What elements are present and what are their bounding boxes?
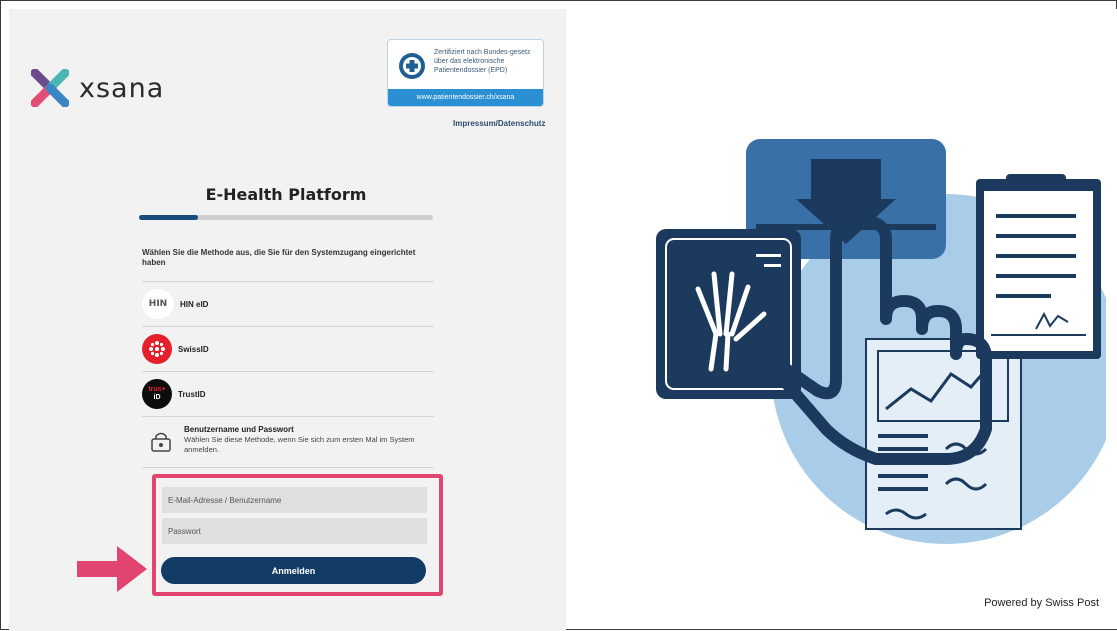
login-form-highlight: Anmelden — [152, 474, 443, 596]
screen-frame: xsana Zertifiziert nach Bundes-gesetz üb… — [0, 0, 1117, 631]
method-trustid[interactable]: trus+ iD TrustID — [142, 371, 434, 416]
xsana-logo: xsana — [31, 69, 164, 107]
login-panel: xsana Zertifiziert nach Bundes-gesetz üb… — [9, 9, 566, 631]
password-lock-icon — [151, 432, 171, 452]
trustid-logo-text-top: trus+ — [148, 386, 166, 393]
pointer-arrow-icon — [77, 546, 147, 592]
trustid-logo-icon: trus+ iD — [142, 379, 172, 409]
method-hin-eid[interactable]: HIN HIN eID — [142, 281, 434, 326]
certificate-text: Zertifiziert nach Bundes-gesetz über das… — [434, 49, 531, 74]
illustration-panel: Powered by Swiss Post — [566, 9, 1117, 629]
epd-certificate-badge[interactable]: Zertifiziert nach Bundes-gesetz über das… — [387, 39, 544, 107]
xsana-mark-icon — [31, 69, 69, 107]
password-method-title: Benutzername und Passwort — [184, 425, 294, 434]
brand-name: xsana — [79, 72, 165, 104]
method-label: HIN eID — [180, 299, 209, 309]
hin-logo-icon: HIN — [142, 289, 174, 319]
powered-by-text: Powered by Swiss Post — [984, 597, 1099, 609]
medical-records-illustration — [656, 139, 1106, 544]
login-button[interactable]: Anmelden — [161, 557, 426, 584]
password-method-description: Wählen Sie diese Methode, wenn Sie sich … — [184, 435, 415, 454]
method-label: SwissID — [178, 344, 209, 354]
progress-bar — [139, 215, 433, 220]
method-swissid[interactable]: SwissID — [142, 326, 434, 371]
page-title: E-Health Platform — [205, 185, 367, 204]
login-methods: HIN HIN eID SwissID trus+ iD TrustID Ben… — [142, 281, 434, 468]
progress-fill — [139, 215, 198, 220]
method-username-password[interactable]: Benutzername und Passwort Wählen Sie die… — [142, 416, 434, 468]
method-label: TrustID — [178, 389, 206, 399]
email-username-input[interactable] — [162, 487, 427, 513]
swissid-logo-icon — [142, 334, 172, 364]
method-instruction: Wählen Sie die Methode aus, die Sie für … — [142, 248, 416, 267]
password-input[interactable] — [162, 518, 427, 544]
impressum-link[interactable]: Impressum/Datenschutz — [453, 119, 545, 128]
trustid-logo-text-bottom: iD — [153, 394, 161, 401]
certificate-link[interactable]: www.patientendossier.ch/xsana — [388, 89, 543, 106]
epd-seal-icon — [399, 53, 425, 79]
